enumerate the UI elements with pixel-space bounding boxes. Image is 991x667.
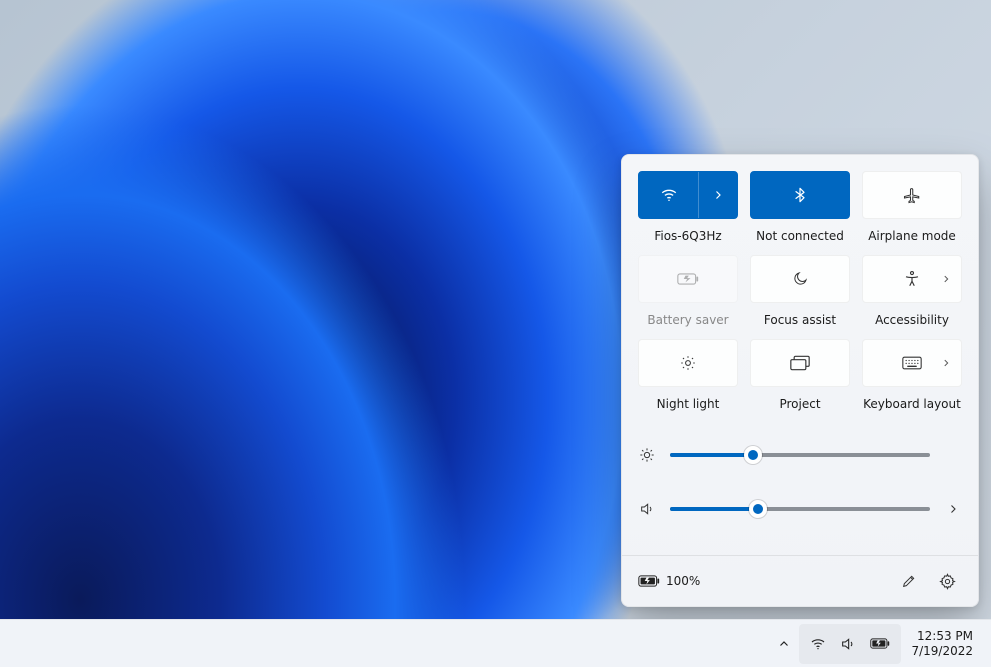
battery-saver-label: Battery saver: [647, 313, 728, 327]
brightness-fill: [670, 453, 753, 457]
focus-assist-label: Focus assist: [764, 313, 836, 327]
chevron-right-icon: [941, 274, 951, 284]
airplane-icon: [903, 186, 921, 204]
keyboard-layout-label: Keyboard layout: [863, 397, 961, 411]
system-tray-group[interactable]: [799, 624, 901, 664]
brightness-slider-row: [638, 435, 962, 475]
wifi-label: Fios-6Q3Hz: [654, 229, 721, 243]
project-label: Project: [779, 397, 820, 411]
volume-slider-row: [638, 489, 962, 529]
volume-icon: [840, 636, 856, 652]
keyboard-icon: [902, 356, 922, 370]
airplane-mode-label: Airplane mode: [868, 229, 956, 243]
wifi-icon: [660, 186, 678, 204]
airplane-mode-tile[interactable]: [862, 171, 962, 219]
quick-actions-footer: 100%: [622, 555, 978, 606]
accessibility-icon: [903, 270, 921, 288]
brightness-slider[interactable]: [670, 453, 930, 457]
chevron-right-icon: [712, 189, 724, 201]
volume-slider[interactable]: [670, 507, 930, 511]
battery-saver-tile: [638, 255, 738, 303]
project-icon: [790, 355, 810, 371]
sliders-section: [638, 435, 962, 555]
moon-icon: [792, 271, 808, 287]
bluetooth-tile[interactable]: [750, 171, 850, 219]
tray-wifi-button[interactable]: [803, 624, 833, 664]
wifi-tile[interactable]: [638, 171, 738, 219]
clock-time: 12:53 PM: [917, 629, 973, 644]
brightness-thumb[interactable]: [744, 446, 762, 464]
battery-charging-icon[interactable]: 100%: [638, 574, 700, 588]
night-light-icon: [679, 354, 697, 372]
volume-thumb[interactable]: [749, 500, 767, 518]
bluetooth-label: Not connected: [756, 229, 844, 243]
brightness-icon: [638, 447, 656, 463]
tray-overflow-button[interactable]: [771, 624, 797, 664]
keyboard-layout-tile[interactable]: [862, 339, 962, 387]
volume-icon: [638, 501, 656, 517]
battery-charging-icon: [870, 637, 890, 650]
clock-date: 7/19/2022: [911, 644, 973, 659]
taskbar-clock[interactable]: 12:53 PM 7/19/2022: [903, 629, 981, 659]
night-light-tile[interactable]: [638, 339, 738, 387]
project-tile[interactable]: [750, 339, 850, 387]
quick-actions-panel: Fios-6Q3Hz Not connected Airplane mode B…: [621, 154, 979, 607]
accessibility-tile[interactable]: [862, 255, 962, 303]
bluetooth-icon: [792, 186, 808, 204]
accessibility-label: Accessibility: [875, 313, 949, 327]
battery-saver-icon: [677, 272, 699, 286]
wifi-icon: [810, 636, 826, 652]
volume-fill: [670, 507, 758, 511]
chevron-right-icon: [947, 503, 959, 515]
edit-quick-actions-button[interactable]: [894, 566, 924, 596]
quick-action-tiles: Fios-6Q3Hz Not connected Airplane mode B…: [638, 171, 962, 411]
taskbar: 12:53 PM 7/19/2022: [0, 619, 991, 667]
gear-icon: [939, 573, 956, 590]
focus-assist-tile[interactable]: [750, 255, 850, 303]
chevron-up-icon: [778, 638, 790, 650]
settings-button[interactable]: [932, 566, 962, 596]
tray-battery-button[interactable]: [863, 624, 897, 664]
volume-output-button[interactable]: [944, 503, 962, 515]
battery-percent-text: 100%: [666, 574, 700, 588]
pencil-icon: [901, 573, 917, 589]
chevron-right-icon: [941, 358, 951, 368]
tray-volume-button[interactable]: [833, 624, 863, 664]
wifi-toggle[interactable]: [639, 172, 699, 218]
wifi-expand-button[interactable]: [699, 172, 737, 218]
night-light-label: Night light: [657, 397, 720, 411]
